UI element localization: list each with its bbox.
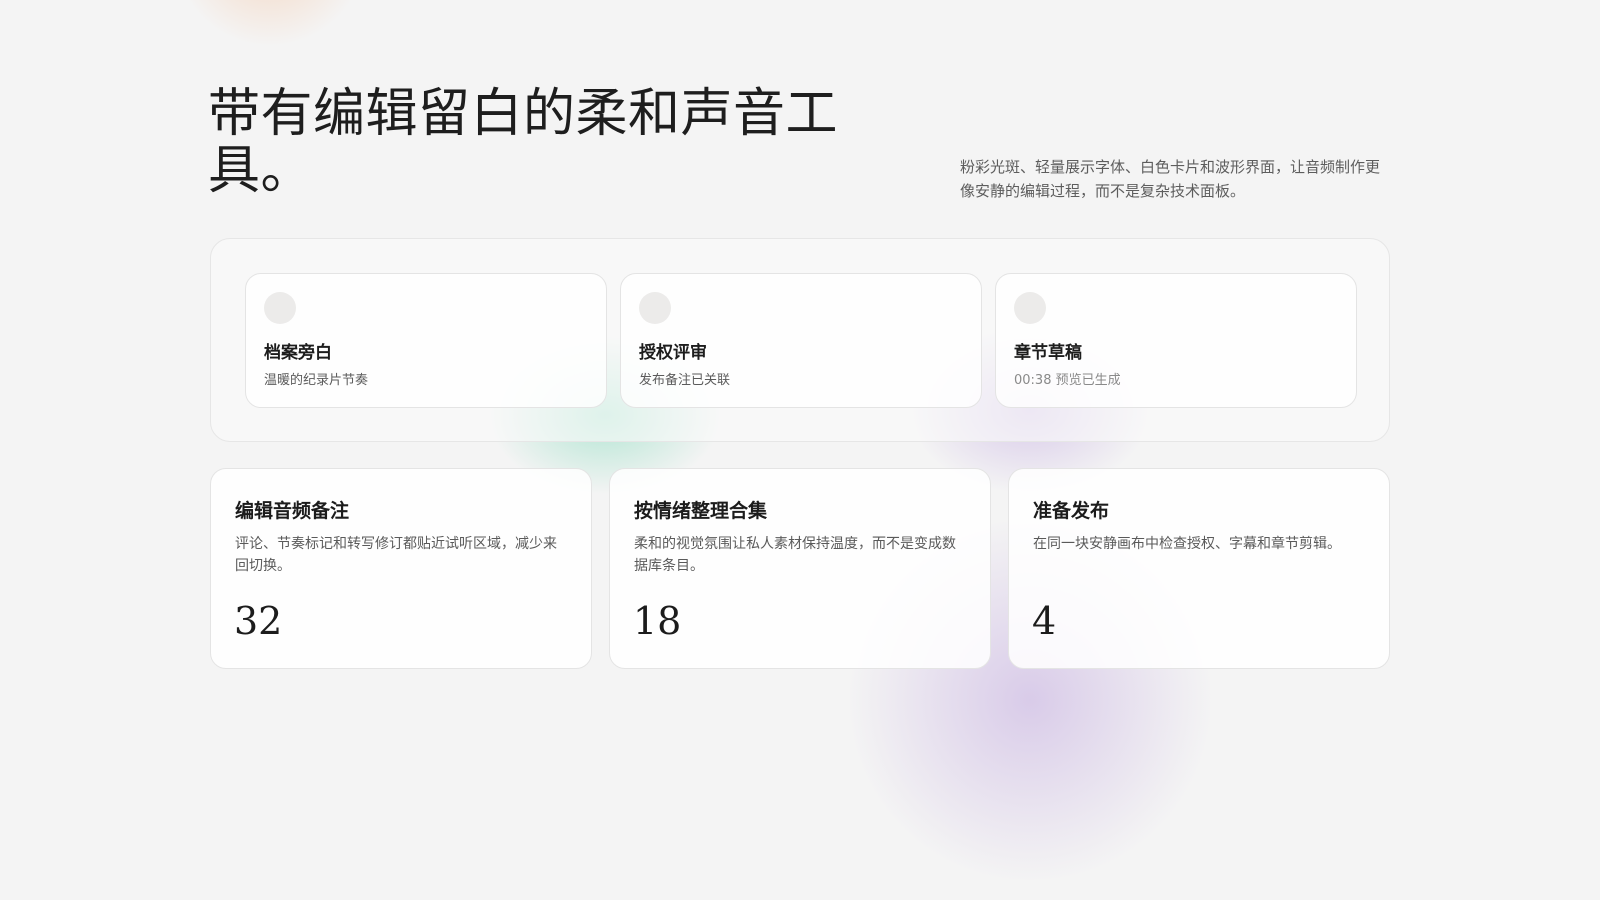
track-card-license-review[interactable]: 授权评审 发布备注已关联 bbox=[620, 273, 982, 408]
feature-title: 编辑音频备注 bbox=[235, 500, 350, 522]
page-headline: 带有编辑留白的柔和声音工具。 bbox=[208, 84, 839, 201]
track-avatar bbox=[264, 292, 296, 324]
feature-card-edit-notes[interactable]: 编辑音频备注 评论、节奏标记和转写修订都贴近试听区域，减少来回切换。 32 bbox=[210, 468, 592, 669]
track-meta: 温暖的纪录片节奏 bbox=[264, 373, 369, 388]
peach-blob bbox=[170, 0, 370, 50]
feature-count: 32 bbox=[234, 599, 283, 643]
track-title: 档案旁白 bbox=[264, 343, 332, 363]
feature-description: 在同一块安静画布中检查授权、字幕和章节剪辑。 bbox=[1033, 536, 1341, 552]
feature-card-mood-collections[interactable]: 按情绪整理合集 柔和的视觉氛围让私人素材保持温度，而不是变成数据库条目。 18 bbox=[609, 468, 991, 669]
track-card-archive-narration[interactable]: 档案旁白 温暖的纪录片节奏 bbox=[245, 273, 607, 408]
feature-title: 准备发布 bbox=[1033, 500, 1110, 522]
track-meta: 发布备注已关联 bbox=[639, 373, 731, 388]
feature-count: 18 bbox=[633, 599, 682, 643]
feature-description: 评论、节奏标记和转写修订都贴近试听区域，减少来回切换。 bbox=[235, 536, 557, 574]
feature-card-prepare-publish[interactable]: 准备发布 在同一块安静画布中检查授权、字幕和章节剪辑。 4 bbox=[1008, 468, 1390, 669]
track-panel: 档案旁白 温暖的纪录片节奏 授权评审 发布备注已关联 章节草稿 00:38 预览… bbox=[210, 238, 1390, 442]
feature-title: 按情绪整理合集 bbox=[634, 500, 768, 522]
track-meta: 00:38 预览已生成 bbox=[1014, 373, 1121, 388]
feature-count: 4 bbox=[1032, 599, 1057, 643]
track-avatar bbox=[1014, 292, 1046, 324]
track-title: 章节草稿 bbox=[1014, 343, 1082, 363]
track-card-chapter-draft[interactable]: 章节草稿 00:38 预览已生成 bbox=[995, 273, 1357, 408]
intro-text: 粉彩光斑、轻量展示字体、白色卡片和波形界面，让音频制作更像安静的编辑过程，而不是… bbox=[960, 158, 1381, 200]
feature-description: 柔和的视觉氛围让私人素材保持温度，而不是变成数据库条目。 bbox=[634, 536, 956, 574]
track-title: 授权评审 bbox=[639, 343, 707, 363]
track-avatar bbox=[639, 292, 671, 324]
